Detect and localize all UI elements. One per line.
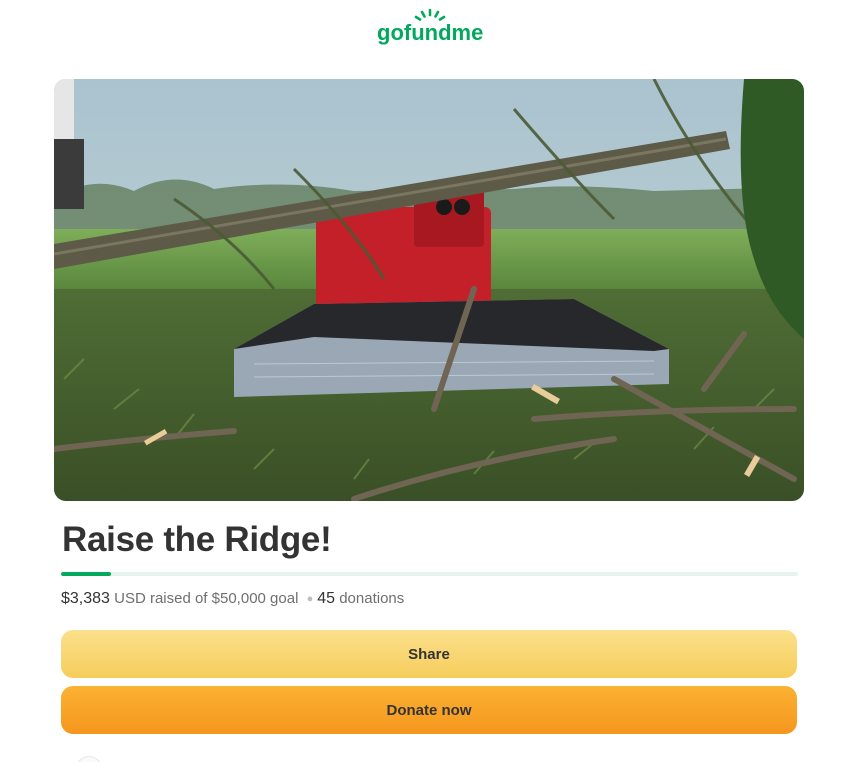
donations-label: donations bbox=[339, 590, 405, 607]
donations-count: 45 bbox=[317, 590, 336, 607]
logo-wordmark: gofundme bbox=[377, 20, 483, 45]
logo-icon: gofundme bbox=[377, 8, 483, 45]
hero-photo-icon bbox=[54, 79, 804, 501]
progress-bar bbox=[61, 572, 798, 576]
raised-amount: $3,383 bbox=[61, 590, 110, 607]
organizer-avatar bbox=[76, 756, 102, 762]
fundraiser-page: gofundme Raise the Ridge! $3,383 USD rai… bbox=[0, 0, 855, 762]
gofundme-logo[interactable]: gofundme bbox=[376, 8, 486, 46]
campaign-title: Raise the Ridge! bbox=[62, 520, 332, 559]
separator-dot-icon: ● bbox=[306, 593, 314, 605]
goal-amount: $50,000 goal bbox=[211, 590, 299, 607]
raised-currency-label: USD raised of bbox=[114, 590, 208, 607]
progress-bar-fill bbox=[61, 572, 111, 576]
donate-now-button[interactable]: Donate now bbox=[61, 686, 797, 734]
donation-stats: $3,383 USD raised of $50,000 goal ● 45 do… bbox=[61, 590, 404, 608]
share-button[interactable]: Share bbox=[61, 630, 797, 678]
hero-image bbox=[54, 79, 804, 501]
